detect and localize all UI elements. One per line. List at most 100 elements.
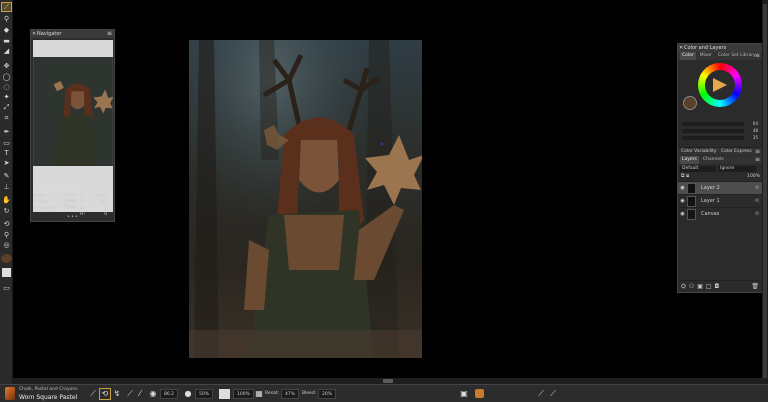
bleed-label: Bleed: xyxy=(302,391,317,396)
color-slider-1[interactable]: 64 xyxy=(680,121,760,127)
panel-menu-icon[interactable]: ≡ xyxy=(755,156,760,164)
vertical-scroll-thumb[interactable] xyxy=(763,4,767,378)
new-layer-group-icon[interactable]: ▣ xyxy=(697,283,703,290)
brush-category-icon[interactable] xyxy=(5,387,15,400)
current-color-swatch[interactable] xyxy=(683,96,697,110)
paper-swatch[interactable] xyxy=(2,268,11,277)
pattern-selector-icon[interactable]: ▭ xyxy=(2,284,11,292)
layer-adjuster-tool-icon[interactable]: ✥ xyxy=(2,62,11,70)
color-slider-2[interactable]: 48 xyxy=(680,128,760,134)
brush-size-field[interactable]: 86.2 xyxy=(160,389,179,399)
hue-ring[interactable] xyxy=(698,63,742,107)
brush-variant[interactable]: Worn Square Pastel xyxy=(19,394,77,401)
link-icon: ⟲ xyxy=(754,198,759,204)
main-color-swatch[interactable] xyxy=(1,254,12,263)
crop-tool-icon[interactable]: ⌗ xyxy=(2,114,11,122)
lasso-tool-icon[interactable]: ◌ xyxy=(2,83,11,91)
saturation-value-triangle[interactable] xyxy=(713,78,727,92)
vertical-scrollbar[interactable] xyxy=(762,0,768,384)
document-canvas[interactable] xyxy=(189,40,422,358)
color-layers-title-bar[interactable]: ✕ Color and Layers xyxy=(678,44,762,52)
brush-controls-icon[interactable]: ⟋ xyxy=(548,389,558,399)
text-tool-icon[interactable]: T xyxy=(2,149,11,157)
zoom-in-icon[interactable]: ⚲ xyxy=(61,185,65,191)
magic-wand-tool-icon[interactable]: ✦ xyxy=(2,93,11,101)
bleed-field[interactable]: 20% xyxy=(318,389,337,399)
freehand-icon[interactable]: ⟋ xyxy=(125,389,135,399)
zoom-value[interactable]: 17% xyxy=(47,185,58,191)
dynamic-plugins-icon[interactable]: ⚇ xyxy=(689,283,694,290)
lock-transparency-icon[interactable]: ⧉ xyxy=(681,173,685,179)
tab-color-set-library[interactable]: Color Set Library xyxy=(716,52,758,60)
composite-method-select[interactable]: Default xyxy=(680,165,716,172)
pick-up-underlying-icon[interactable]: ⧈ xyxy=(686,173,689,179)
panel-menu-icon[interactable]: ≡ xyxy=(755,52,760,60)
opacity-field[interactable]: 50% xyxy=(195,389,214,399)
tab-channels[interactable]: Channels xyxy=(701,156,726,164)
panel-resize-grip[interactable]: ••• xyxy=(67,214,79,220)
rubber-stamp-tool-icon[interactable]: ⊥ xyxy=(2,183,11,191)
property-bar: Chalk, Pastel and Crayons Worn Square Pa… xyxy=(0,384,768,402)
rectangle-shape-tool-icon[interactable]: ▭ xyxy=(2,139,11,147)
tab-color-variability[interactable]: Color Variability xyxy=(681,149,717,154)
size-icon[interactable]: ◉ xyxy=(148,389,158,399)
composite-depth-select[interactable]: Ignore xyxy=(718,165,756,172)
straight-line-icon[interactable]: ⁄ xyxy=(135,389,145,399)
tab-layers[interactable]: Layers xyxy=(680,156,699,164)
transform-tool-icon[interactable]: ⤢ xyxy=(2,103,11,111)
panel-menu-icon[interactable]: ≡ xyxy=(755,148,760,156)
pen-tool-icon[interactable]: ✒ xyxy=(2,128,11,136)
rotation-value[interactable]: 0° xyxy=(75,185,81,191)
grabber-tool-icon[interactable]: ✋ xyxy=(2,196,11,204)
reset-tool-icon[interactable]: ⟲ xyxy=(99,388,111,400)
brush-category[interactable]: Chalk, Pastel and Crayons xyxy=(19,387,78,392)
eye-icon[interactable]: ◉ xyxy=(678,211,687,217)
brush-tool-icon[interactable]: ⟋ xyxy=(1,2,12,12)
kaleidoscope-tool-icon[interactable]: ◎ xyxy=(2,241,11,249)
painter-app-window: ⟋ ⚲ ◆ ▬ ◢ ✥ ◯ ◌ ✦ ⤢ ⌗ ✒ ▭ T ➤ ✎ ⊥ ✋ ↻ ⟲ … xyxy=(0,0,768,402)
resat-field[interactable]: 47% xyxy=(281,389,300,399)
navigator-title-bar[interactable]: ✕ Navigator ≡ xyxy=(31,30,114,38)
brush-tracking-icon[interactable]: ⟋ xyxy=(536,389,546,399)
dab-preview-icon[interactable]: ▣ xyxy=(459,389,469,399)
dropper-tool-icon[interactable]: ⚲ xyxy=(2,15,11,23)
brush-tool-icon[interactable]: ⟋ xyxy=(88,389,98,399)
zoom-out-icon[interactable]: ⚲ xyxy=(40,185,44,191)
panel-menu-icon[interactable]: ≡ xyxy=(107,30,112,38)
layer-row[interactable]: ◉ Layer 1 ⟲ xyxy=(678,194,762,207)
opacity-icon[interactable]: ● xyxy=(183,389,193,399)
grain-icon[interactable]: ▦ xyxy=(254,389,264,399)
layer-name: Layer 1 xyxy=(701,198,720,204)
shape-selection-tool-icon[interactable]: ➤ xyxy=(2,159,11,167)
stroke-type-icon[interactable]: ↯ xyxy=(112,389,122,399)
eye-icon[interactable]: ◉ xyxy=(678,185,687,191)
layer-opacity[interactable]: 100% xyxy=(747,174,760,179)
horizontal-scroll-thumb[interactable] xyxy=(383,379,393,383)
layer-row[interactable]: ◉ Canvas ⟲ xyxy=(678,207,762,220)
eraser-tool-icon[interactable]: ◢ xyxy=(2,47,11,55)
tab-mixer[interactable]: Mixer xyxy=(698,52,714,60)
paint-bucket-tool-icon[interactable]: ◆ xyxy=(2,26,11,34)
brush-preview-icon[interactable] xyxy=(475,389,484,398)
magnifier-tool-icon[interactable]: ⚲ xyxy=(2,231,11,239)
new-layer-icon[interactable]: □ xyxy=(706,283,712,290)
eye-icon[interactable]: ◉ xyxy=(678,198,687,204)
zoom-fit-icon[interactable]: ⊙ xyxy=(33,185,37,191)
ellipse-selection-tool-icon[interactable]: ◯ xyxy=(2,73,11,81)
paper-texture-swatch[interactable] xyxy=(219,389,230,399)
rotate-page-tool-icon[interactable]: ↻ xyxy=(2,207,11,215)
layer-mask-icon[interactable]: ◘ xyxy=(715,283,720,290)
close-icon[interactable]: ✕ xyxy=(679,44,683,52)
tab-color-express[interactable]: Color Express xyxy=(721,149,752,154)
rotate-icon[interactable]: ↻ xyxy=(68,185,72,191)
color-slider-3[interactable]: 35 xyxy=(680,135,760,141)
cloner-tool-icon[interactable]: ✎ xyxy=(2,172,11,180)
tab-color[interactable]: Color xyxy=(680,52,696,60)
layer-row[interactable]: ◉ Layer 2 ⟲ xyxy=(678,181,762,194)
mirror-tool-icon[interactable]: ⟲ xyxy=(2,220,11,228)
grain-field[interactable]: 100% xyxy=(233,389,254,399)
trash-icon[interactable]: 🗑 xyxy=(751,283,759,290)
close-icon[interactable]: ✕ xyxy=(32,30,36,38)
layer-commands-icon[interactable]: ⛭ xyxy=(681,283,686,291)
blend-tool-icon[interactable]: ▬ xyxy=(2,37,11,45)
